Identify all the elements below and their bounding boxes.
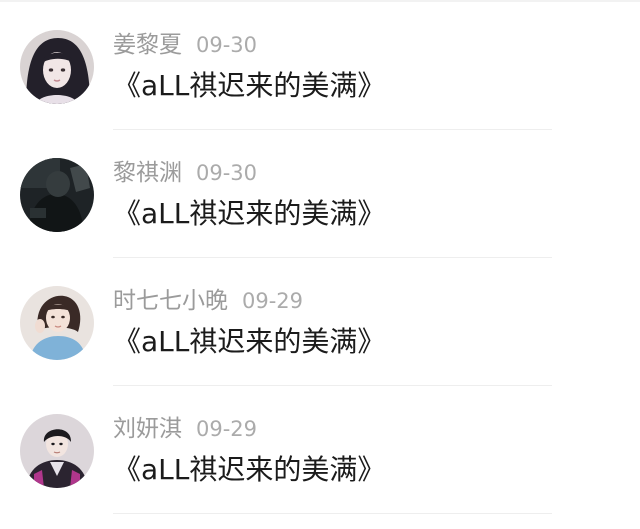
avatar[interactable] — [20, 414, 94, 488]
comment-item[interactable]: 刘妍淇 09-29 《aLL祺迟来的美满》 — [0, 386, 640, 514]
timestamp: 09-29 — [196, 417, 258, 441]
divider — [113, 513, 552, 514]
avatar-girl-blue-shirt-icon — [20, 286, 94, 360]
avatar[interactable] — [20, 30, 94, 104]
avatar-girl-dark-hair-icon — [20, 30, 94, 104]
avatar-dark-photo-icon — [20, 158, 94, 232]
username[interactable]: 时七七小晚 — [113, 288, 228, 314]
comment-text: 《aLL祺迟来的美满》 — [113, 453, 386, 486]
username[interactable]: 刘妍淇 — [113, 416, 182, 442]
comment-meta: 时七七小晚 09-29 — [113, 287, 303, 315]
comment-list: 姜黎夏 09-30 《aLL祺迟来的美满》 黎祺渊 09-30 《aLL祺迟来的美满… — [0, 2, 640, 514]
avatar[interactable] — [20, 158, 94, 232]
username[interactable]: 姜黎夏 — [113, 32, 182, 58]
comment-item[interactable]: 时七七小晚 09-29 《aLL祺迟来的美满》 — [0, 258, 640, 386]
comment-item[interactable]: 黎祺渊 09-30 《aLL祺迟来的美满》 — [0, 130, 640, 258]
username[interactable]: 黎祺渊 — [113, 160, 182, 186]
timestamp: 09-30 — [196, 161, 258, 185]
comment-text: 《aLL祺迟来的美满》 — [113, 69, 386, 102]
timestamp: 09-29 — [242, 289, 304, 313]
comment-item[interactable]: 姜黎夏 09-30 《aLL祺迟来的美满》 — [0, 2, 640, 130]
timestamp: 09-30 — [196, 33, 258, 57]
comment-text: 《aLL祺迟来的美满》 — [113, 325, 386, 358]
comment-meta: 刘妍淇 09-29 — [113, 415, 257, 443]
avatar-boy-jacket-icon — [20, 414, 94, 488]
comment-text: 《aLL祺迟来的美满》 — [113, 197, 386, 230]
comment-meta: 黎祺渊 09-30 — [113, 159, 257, 187]
avatar[interactable] — [20, 286, 94, 360]
comment-meta: 姜黎夏 09-30 — [113, 31, 257, 59]
